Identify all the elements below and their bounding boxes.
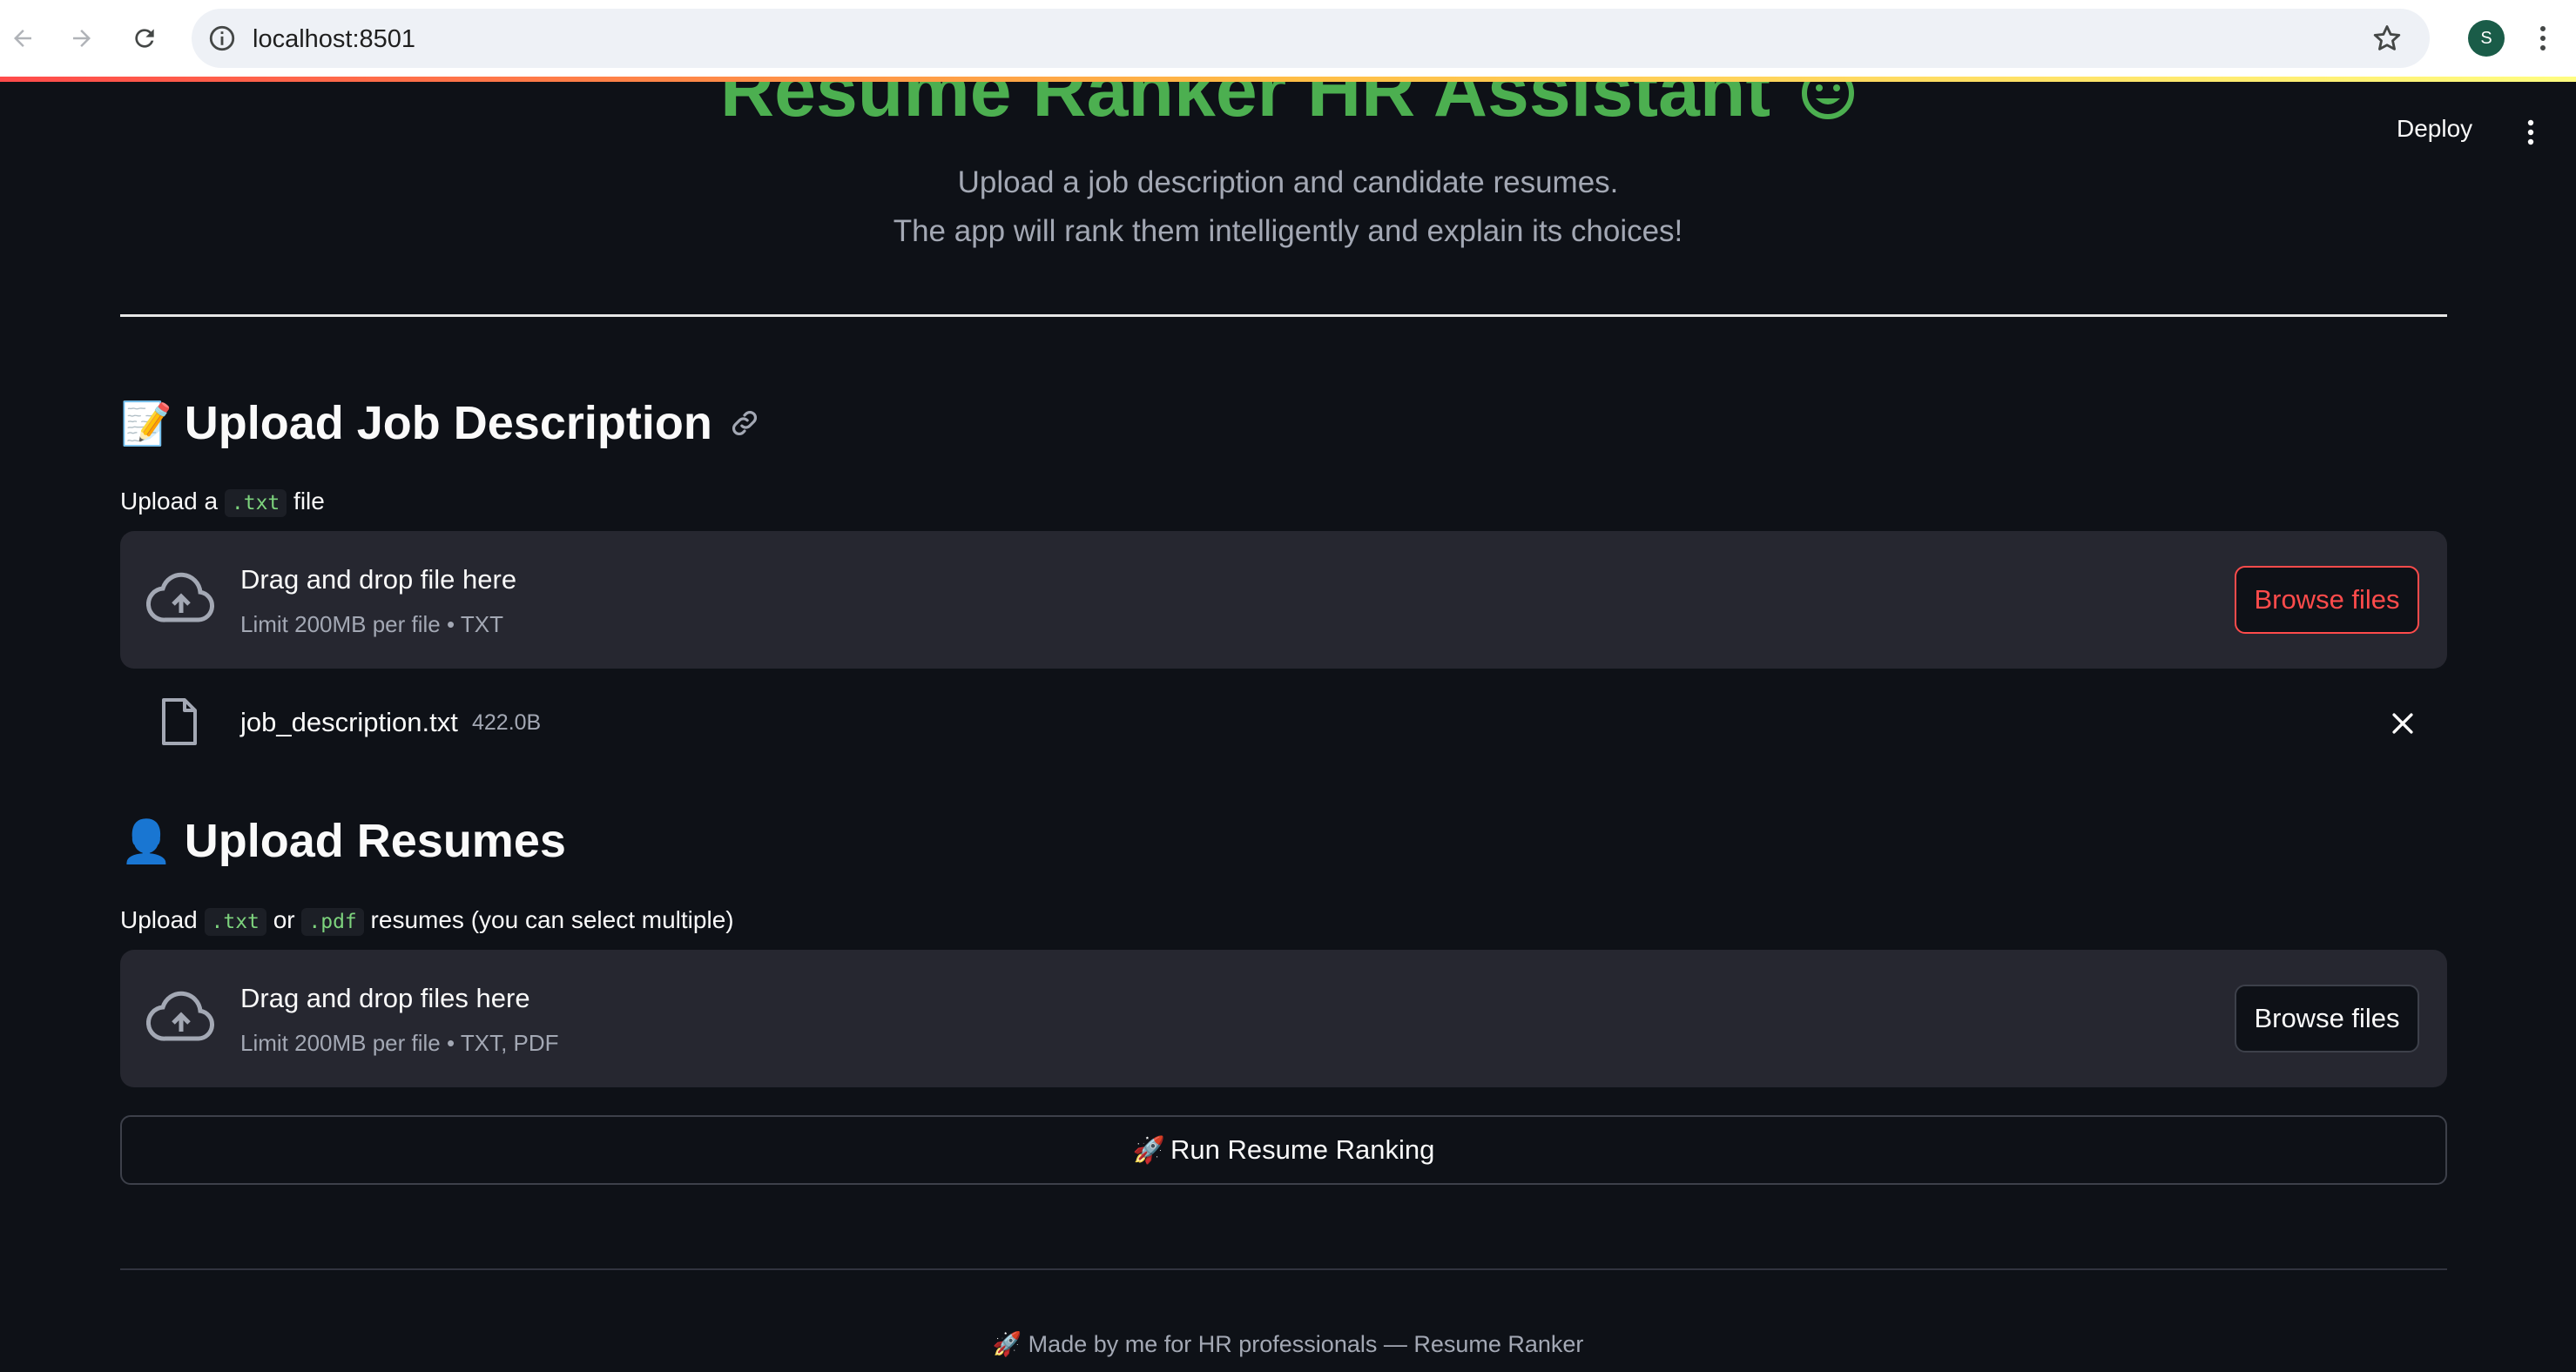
footer-text: 🚀 Made by me for HR professionals — Resu… — [992, 1331, 1584, 1357]
job-dropzone[interactable]: Drag and drop file here Limit 200MB per … — [120, 531, 2447, 669]
resume-browse-button[interactable]: Browse files — [2235, 985, 2419, 1053]
run-button-label: Run Resume Ranking — [1170, 1134, 1435, 1165]
resume-label-prefix: Upload — [120, 906, 198, 933]
file-icon — [158, 696, 200, 747]
remove-file-close-icon[interactable] — [2388, 709, 2418, 738]
cloud-upload-icon — [145, 988, 216, 1049]
resume-section-title: Upload Resumes — [184, 815, 566, 867]
job-upload-label: Upload a .txt file — [120, 488, 325, 517]
resume-label-code-txt: .txt — [204, 908, 266, 936]
rocket-icon: 🚀 — [1132, 1134, 1166, 1166]
resume-label-code-pdf: .pdf — [301, 908, 364, 936]
uploaded-file-name: job_description.txt — [240, 707, 458, 737]
job-label-suffix: file — [293, 488, 325, 514]
footer-divider — [120, 1268, 2447, 1270]
job-browse-button[interactable]: Browse files — [2235, 566, 2419, 634]
resume-label-suffix: resumes (you can select multiple) — [370, 906, 734, 933]
job-label-prefix: Upload a — [120, 488, 219, 514]
resume-section-heading: 👤 Upload Resumes — [120, 814, 566, 868]
app-menu-icon[interactable] — [2522, 117, 2539, 148]
divider — [120, 314, 2447, 317]
anchor-link-icon[interactable] — [728, 407, 761, 440]
resume-dropzone-title: Drag and drop files here — [240, 983, 530, 1013]
subtitle-line-1: Upload a job description and candidate r… — [957, 165, 1619, 199]
job-label-code: .txt — [224, 489, 287, 517]
run-resume-ranking-button[interactable]: 🚀 Run Resume Ranking — [120, 1115, 2447, 1185]
uploaded-file-row: job_description.txt 422.0B — [120, 696, 2447, 752]
toolbar-overlay: localhost:8501 S — [0, 0, 2576, 77]
forward-icon[interactable] — [61, 17, 103, 59]
resume-dropzone-limit: Limit 200MB per file • TXT, PDF — [240, 1030, 559, 1056]
url-text: localhost:8501 — [253, 25, 416, 53]
profile-avatar[interactable]: S — [2468, 20, 2505, 57]
site-info-icon[interactable] — [207, 24, 237, 53]
cloud-upload-icon — [145, 569, 216, 630]
uploaded-file-size: 422.0B — [472, 710, 542, 735]
bookmark-star-icon[interactable] — [2370, 22, 2404, 55]
memo-icon: 📝 — [120, 399, 172, 448]
job-section-title: Upload Job Description — [184, 397, 712, 449]
reload-icon[interactable] — [124, 17, 165, 59]
resume-label-or: or — [273, 906, 295, 933]
resume-upload-label: Upload .txt or .pdf resumes (you can sel… — [120, 906, 734, 936]
address-bar[interactable]: localhost:8501 — [192, 9, 2430, 68]
deploy-button[interactable]: Deploy — [2397, 115, 2472, 143]
back-icon[interactable] — [2, 17, 44, 59]
person-icon: 👤 — [120, 817, 172, 866]
resume-dropzone[interactable]: Drag and drop files here Limit 200MB per… — [120, 950, 2447, 1087]
browser-menu-icon[interactable] — [2534, 21, 2552, 56]
subtitle-line-2: The app will rank them intelligently and… — [893, 214, 1683, 248]
job-dropzone-limit: Limit 200MB per file • TXT — [240, 611, 503, 637]
header-decoration-stripe — [0, 77, 2576, 82]
job-dropzone-title: Drag and drop file here — [240, 564, 517, 595]
job-section-heading: 📝 Upload Job Description — [120, 396, 761, 450]
